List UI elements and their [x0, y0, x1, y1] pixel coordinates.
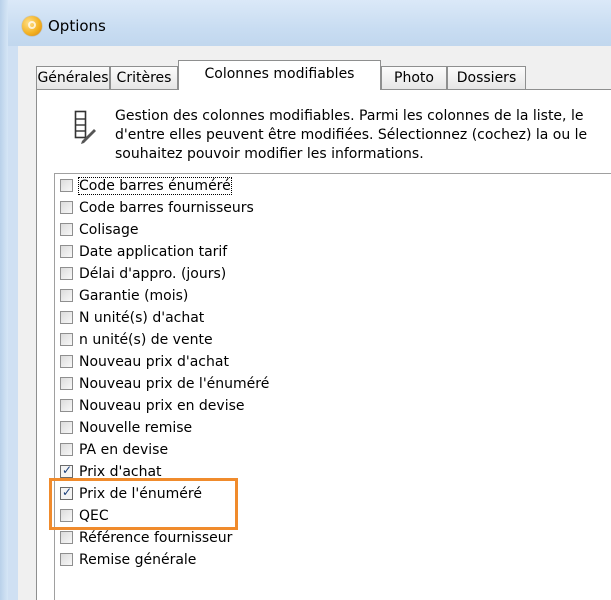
list-item-label: Référence fournisseur [79, 529, 233, 546]
checkbox-checked[interactable] [60, 463, 73, 478]
checkbox[interactable] [60, 311, 73, 324]
list-item-label: Nouvelle remise [79, 419, 193, 436]
edit-columns-icon [74, 110, 96, 144]
list-item[interactable]: Garantie (mois) [60, 284, 188, 307]
checkbox[interactable] [60, 201, 73, 214]
window-title: Options [48, 17, 106, 35]
list-item[interactable]: N unité(s) d'achat [60, 306, 204, 329]
columns-checklist[interactable]: Code barres énuméré Code barres fourniss… [54, 173, 611, 600]
checkbox[interactable] [60, 223, 73, 236]
tab-content: Gestion des colonnes modifiables. Parmi … [36, 89, 611, 600]
list-item-label: Prix de l'énuméré [79, 485, 202, 502]
tab-photo[interactable]: Photo [381, 66, 447, 89]
list-item-label: Garantie (mois) [79, 287, 189, 304]
list-item[interactable]: Code barres fournisseurs [60, 196, 254, 219]
checkbox[interactable] [60, 179, 73, 192]
list-item[interactable]: Date application tarif [60, 240, 227, 263]
checkbox[interactable] [60, 509, 73, 522]
checkbox[interactable] [60, 289, 73, 302]
list-item-label: Nouveau prix en devise [79, 397, 245, 414]
list-item[interactable]: Nouveau prix de l'énuméré [60, 372, 269, 395]
description-line: d'entre elles peuvent être modifiées. Sé… [115, 127, 588, 143]
description-text: Gestion des colonnes modifiables. Parmi … [115, 107, 611, 164]
tab-criteres[interactable]: Critères [110, 66, 178, 89]
checkbox-checked[interactable] [60, 485, 73, 500]
list-item[interactable]: Nouvelle remise [60, 416, 192, 439]
title-bar[interactable]: Options [0, 0, 611, 46]
list-item[interactable]: Prix d'achat [60, 460, 162, 483]
list-item-label: Nouveau prix d'achat [79, 353, 229, 370]
tab-generales[interactable]: Générales [36, 66, 110, 89]
checkbox[interactable] [60, 355, 73, 368]
description-line: souhaitez pouvoir modifier les informati… [115, 146, 424, 162]
list-item[interactable]: Remise générale [60, 548, 196, 571]
checkbox[interactable] [60, 531, 73, 544]
app-icon [22, 16, 42, 36]
description-line: Gestion des colonnes modifiables. Parmi … [115, 108, 584, 124]
list-item[interactable]: Nouveau prix en devise [60, 394, 245, 417]
list-item-label: N unité(s) d'achat [79, 309, 205, 326]
checkbox[interactable] [60, 443, 73, 456]
options-window: Options Générales Critères Colonnes modi… [0, 0, 611, 600]
list-item-label: Remise générale [79, 551, 197, 568]
options-panel: Générales Critères Colonnes modifiables … [18, 46, 611, 600]
list-item[interactable]: Code barres énuméré [60, 174, 232, 197]
list-item[interactable]: Prix de l'énuméré [60, 482, 202, 505]
list-item-label: PA en devise [79, 441, 169, 458]
list-item-label: QEC [79, 507, 109, 524]
checkbox[interactable] [60, 399, 73, 412]
list-item-label: Prix d'achat [79, 463, 162, 480]
list-item[interactable]: Délai d'appro. (jours) [60, 262, 226, 285]
list-item[interactable]: QEC [60, 504, 109, 527]
checkbox[interactable] [60, 333, 73, 346]
list-item[interactable]: n unité(s) de vente [60, 328, 213, 351]
list-item[interactable]: Colisage [60, 218, 139, 241]
list-item[interactable]: Référence fournisseur [60, 526, 232, 549]
checkbox[interactable] [60, 377, 73, 390]
checkbox[interactable] [60, 553, 73, 566]
list-item-label: Colisage [79, 221, 139, 238]
checkbox[interactable] [60, 267, 73, 280]
checkbox[interactable] [60, 421, 73, 434]
list-item-label: Date application tarif [79, 243, 228, 260]
list-item[interactable]: Nouveau prix d'achat [60, 350, 229, 373]
list-item-label: Code barres énuméré [78, 176, 232, 195]
checkbox[interactable] [60, 245, 73, 258]
list-item-label: n unité(s) de vente [79, 331, 213, 348]
tab-colonnes-modifiables[interactable]: Colonnes modifiables [178, 60, 381, 90]
list-item-label: Code barres fournisseurs [79, 199, 254, 216]
list-item-label: Nouveau prix de l'énuméré [79, 375, 270, 392]
list-item-label: Délai d'appro. (jours) [79, 265, 227, 282]
list-item[interactable]: PA en devise [60, 438, 168, 461]
tab-dossiers[interactable]: Dossiers [447, 66, 526, 89]
window-frame [0, 0, 8, 600]
